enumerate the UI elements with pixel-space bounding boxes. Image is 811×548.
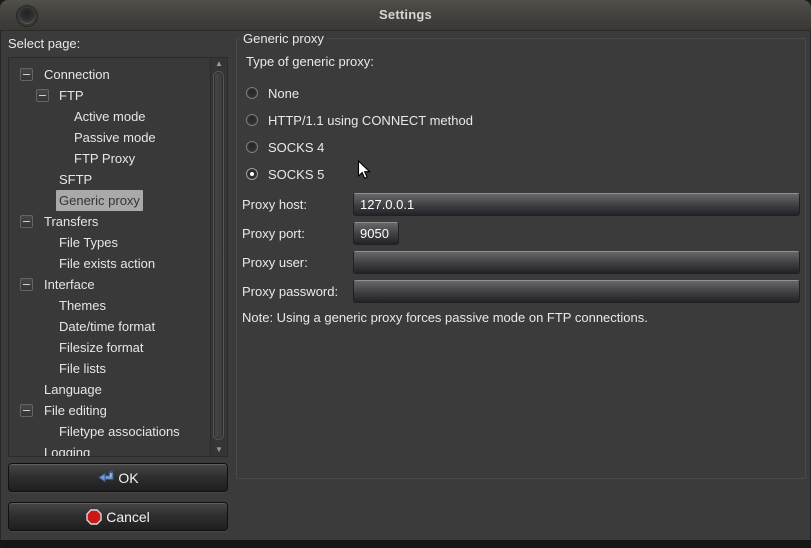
collapse-minus-icon[interactable] <box>20 278 33 291</box>
tree-item-label: Connection <box>41 64 113 85</box>
tree-item-connection[interactable]: Connection <box>9 64 211 85</box>
tree-items: ConnectionFTPActive modePassive modeFTP … <box>9 64 211 457</box>
tree-item-label: FTP <box>56 85 87 106</box>
radio-http-1-1-using-connect-method[interactable]: HTTP/1.1 using CONNECT method <box>246 112 473 128</box>
radio-icon[interactable] <box>246 141 258 153</box>
tree-item-transfers[interactable]: Transfers <box>9 211 211 232</box>
radio-none[interactable]: None <box>246 85 299 101</box>
cancel-button[interactable]: Cancel <box>8 502 228 531</box>
tree-item-label: Transfers <box>41 211 101 232</box>
tree-item-label: Logging <box>41 442 93 457</box>
window-title: Settings <box>0 7 811 22</box>
tree-item-file-exists-action[interactable]: File exists action <box>9 253 211 274</box>
tree-item-date-time-format[interactable]: Date/time format <box>9 316 211 337</box>
proxy-host-label: Proxy host: <box>242 197 307 212</box>
tree-scrollbar[interactable]: ▲ ▼ <box>210 58 227 456</box>
radio-icon[interactable] <box>246 114 258 126</box>
settings-page-tree: ConnectionFTPActive modePassive modeFTP … <box>8 57 228 457</box>
collapse-minus-icon[interactable] <box>20 404 33 417</box>
collapse-minus-icon[interactable] <box>20 215 33 228</box>
proxy-user-input[interactable] <box>353 251 800 274</box>
tree-item-ftp[interactable]: FTP <box>9 85 211 106</box>
tree-item-file-types[interactable]: File Types <box>9 232 211 253</box>
proxy-password-input[interactable] <box>353 280 800 303</box>
tree-item-label: Active mode <box>71 106 149 127</box>
proxy-port-input[interactable] <box>353 222 399 245</box>
ok-button-label: OK <box>118 470 138 486</box>
tree-item-logging[interactable]: Logging <box>9 442 211 457</box>
tree-item-label: Language <box>41 379 105 400</box>
tree-item-label: Passive mode <box>71 127 159 148</box>
tree-item-label: Themes <box>56 295 109 316</box>
scroll-down-icon[interactable]: ▼ <box>211 444 227 456</box>
radio-socks-4[interactable]: SOCKS 4 <box>246 139 324 155</box>
tree-item-filesize-format[interactable]: Filesize format <box>9 337 211 358</box>
enter-arrow-icon <box>97 470 114 485</box>
generic-proxy-group: Generic proxy Type of generic proxy: Non… <box>236 31 806 479</box>
tree-item-label: Interface <box>41 274 98 295</box>
collapse-minus-icon[interactable] <box>20 68 33 81</box>
radio-label: None <box>268 86 299 101</box>
tree-item-label: SFTP <box>56 169 95 190</box>
select-page-label: Select page: <box>8 36 80 51</box>
tree-item-language[interactable]: Language <box>9 379 211 400</box>
radio-label: SOCKS 4 <box>268 140 324 155</box>
proxy-host-input[interactable] <box>353 193 800 216</box>
tree-item-label: File exists action <box>56 253 158 274</box>
cancel-button-label: Cancel <box>106 509 150 525</box>
tree-item-label: File editing <box>41 400 110 421</box>
tree-item-filetype-associations[interactable]: Filetype associations <box>9 421 211 442</box>
tree-item-interface[interactable]: Interface <box>9 274 211 295</box>
tree-item-label: Generic proxy <box>56 190 143 211</box>
proxy-note: Note: Using a generic proxy forces passi… <box>242 310 648 325</box>
tree-item-label: Date/time format <box>56 316 158 337</box>
stop-sign-icon <box>86 509 102 525</box>
proxy-password-label: Proxy password: <box>242 284 338 299</box>
tree-item-themes[interactable]: Themes <box>9 295 211 316</box>
scrollbar-thumb[interactable] <box>213 71 224 440</box>
titlebar: Settings <box>0 0 811 31</box>
ok-button[interactable]: OK <box>8 463 228 492</box>
tree-item-label: File lists <box>56 358 109 379</box>
tree-item-label: FTP Proxy <box>71 148 138 169</box>
tree-item-file-lists[interactable]: File lists <box>9 358 211 379</box>
radio-label: HTTP/1.1 using CONNECT method <box>268 113 473 128</box>
collapse-minus-icon[interactable] <box>36 89 49 102</box>
tree-item-generic-proxy[interactable]: Generic proxy <box>9 190 211 211</box>
proxy-user-label: Proxy user: <box>242 255 308 270</box>
proxy-port-label: Proxy port: <box>242 226 305 241</box>
group-title: Generic proxy <box>240 31 327 46</box>
window-bottom-edge <box>0 540 811 548</box>
radio-selected-icon[interactable] <box>246 168 258 180</box>
tree-item-passive-mode[interactable]: Passive mode <box>9 127 211 148</box>
tree-item-label: Filetype associations <box>56 421 183 442</box>
radio-socks-5[interactable]: SOCKS 5 <box>246 166 324 182</box>
radio-label: SOCKS 5 <box>268 167 324 182</box>
type-of-proxy-label: Type of generic proxy: <box>246 54 374 69</box>
radio-icon[interactable] <box>246 87 258 99</box>
tree-item-active-mode[interactable]: Active mode <box>9 106 211 127</box>
settings-dialog: Settings Select page: ConnectionFTPActiv… <box>0 0 811 548</box>
tree-item-ftp-proxy[interactable]: FTP Proxy <box>9 148 211 169</box>
tree-item-file-editing[interactable]: File editing <box>9 400 211 421</box>
tree-item-label: Filesize format <box>56 337 147 358</box>
scroll-up-icon[interactable]: ▲ <box>211 58 227 70</box>
tree-item-label: File Types <box>56 232 121 253</box>
tree-item-sftp[interactable]: SFTP <box>9 169 211 190</box>
